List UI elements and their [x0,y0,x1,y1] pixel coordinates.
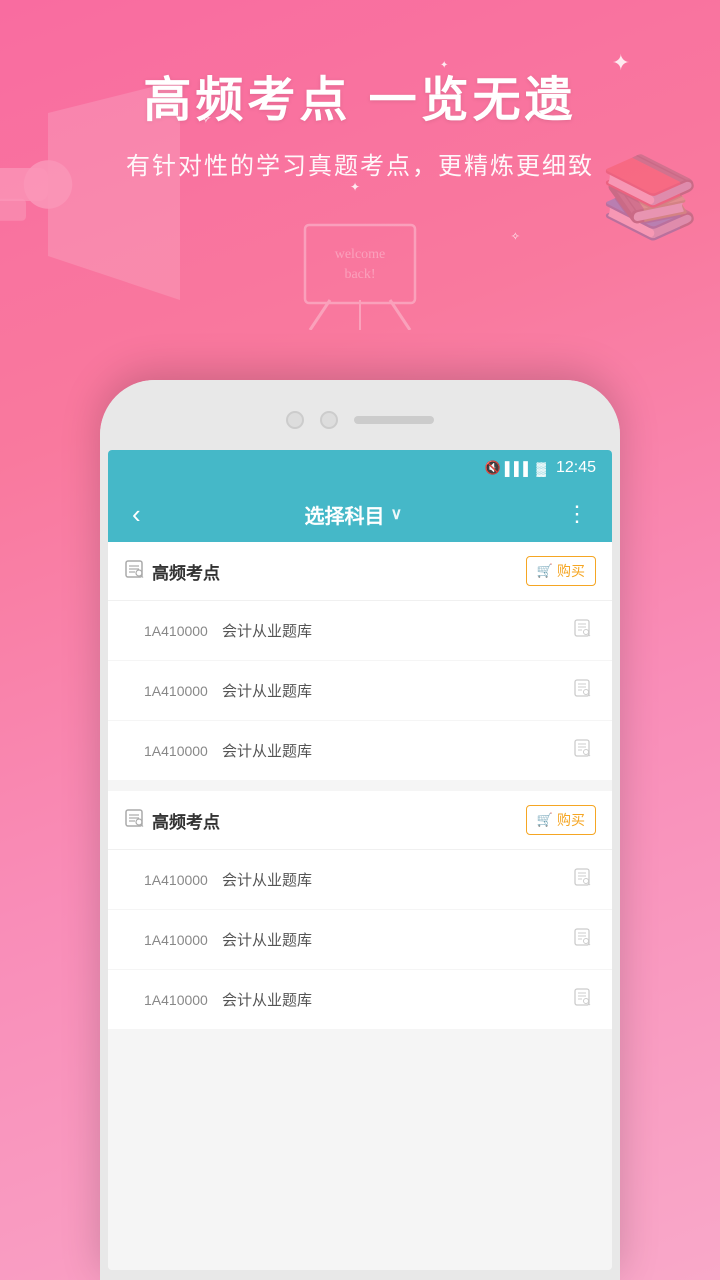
list-item-text-2-1: 1A410000 会计从业题库 [144,929,312,950]
buy-label-2: 购买 [557,810,585,830]
deco-books: 📚 [600,150,700,244]
toolbar-title-text: 选择科目 [304,500,384,529]
phone-top-bar [100,380,620,450]
section-header-2: 高频考点 🛒 购买 [108,791,612,850]
sparkle-5: ✧ [511,230,520,243]
section-title-1: 高频考点 [152,559,220,584]
flashlight-illustration [0,80,180,300]
item-search-icon-1-0 [574,619,592,642]
section-icon-2 [124,808,144,833]
list-item-text-2-2: 1A410000 会计从业题库 [144,989,312,1010]
buy-button-2[interactable]: 🛒 购买 [526,805,596,835]
status-bar: 🔇 ▌▌▌ ▓ 12:45 [108,450,612,486]
content-area: 高频考点 🛒 购买 1A410000 会计从业题库 [108,542,612,1270]
item-search-icon-2-1 [574,928,592,951]
section-header-1: 高频考点 🛒 购买 [108,542,612,601]
sparkle-2: ✧ [200,110,212,127]
list-item-1-2[interactable]: 1A410000 会计从业题库 [108,721,612,781]
list-item-1-1[interactable]: 1A410000 会计从业题库 [108,661,612,721]
svg-text:back!: back! [344,267,375,282]
back-button[interactable]: ‹ [124,495,149,534]
list-item-text-1-2: 1A410000 会计从业题库 [144,740,312,761]
phone-speaker [354,416,434,424]
item-search-icon-1-1 [574,679,592,702]
section-group-2: 高频考点 🛒 购买 1A410000 会计从业题库 [108,791,612,1030]
list-item-text-1-0: 1A410000 会计从业题库 [144,620,312,641]
chevron-down-icon: ∨ [390,504,402,524]
status-icons: 🔇 ▌▌▌ ▓ 12:45 [485,459,596,477]
item-search-icon-2-0 [574,868,592,891]
item-search-icon-1-2 [574,739,592,762]
mute-icon: 🔇 [485,460,501,476]
section-title-2: 高频考点 [152,808,220,833]
list-item-text-2-0: 1A410000 会计从业题库 [144,869,312,890]
more-options-button[interactable]: ⋮ [558,497,596,531]
welcome-board: welcome back! [300,220,420,330]
list-item-2-1[interactable]: 1A410000 会计从业题库 [108,910,612,970]
item-search-icon-2-2 [574,988,592,1011]
section-header-left-1: 高频考点 [124,559,220,584]
sparkle-4: ✦ [440,60,448,71]
section-group-1: 高频考点 🛒 购买 1A410000 会计从业题库 [108,542,612,781]
sparkle-3: ✦ [350,180,360,194]
toolbar-title-area[interactable]: 选择科目 ∨ [304,500,402,529]
list-item-1-0[interactable]: 1A410000 会计从业题库 [108,601,612,661]
signal-icon: ▌▌▌ [505,461,533,476]
phone-mockup: 🔇 ▌▌▌ ▓ 12:45 ‹ 选择科目 ∨ ⋮ [100,380,620,1280]
list-item-text-1-1: 1A410000 会计从业题库 [144,680,312,701]
list-item-2-2[interactable]: 1A410000 会计从业题库 [108,970,612,1030]
phone-screen: 🔇 ▌▌▌ ▓ 12:45 ‹ 选择科目 ∨ ⋮ [108,450,612,1270]
camera-2 [320,411,338,429]
cart-icon-1: 🛒 [537,563,553,579]
buy-button-1[interactable]: 🛒 购买 [526,556,596,586]
section-header-left-2: 高频考点 [124,808,220,833]
buy-label-1: 购买 [557,561,585,581]
sparkle-1: ✦ [612,50,630,76]
camera-1 [286,411,304,429]
section-icon-1 [124,559,144,584]
cart-icon-2: 🛒 [537,812,553,828]
status-time: 12:45 [556,459,596,477]
svg-text:welcome: welcome [335,247,386,262]
battery-icon: ▓ [536,461,545,476]
list-item-2-0[interactable]: 1A410000 会计从业题库 [108,850,612,910]
app-toolbar: ‹ 选择科目 ∨ ⋮ [108,486,612,542]
